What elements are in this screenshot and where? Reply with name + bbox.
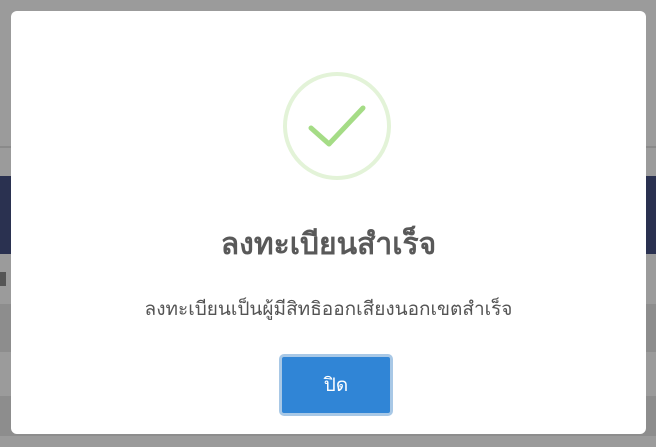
dialog-message: ลงทะเบียนเป็นผู้มีสิทธิออกเสียงนอกเขตสำเ… — [144, 298, 513, 320]
check-mark-icon — [308, 105, 366, 147]
close-button[interactable]: ปิด — [279, 354, 393, 416]
dialog-title: ลงทะเบียนสำเร็จ — [220, 227, 437, 262]
success-dialog: ลงทะเบียนสำเร็จ ลงทะเบียนเป็นผู้มีสิทธิอ… — [11, 11, 646, 434]
background-partial-element — [0, 272, 6, 286]
success-check-icon — [283, 72, 391, 180]
